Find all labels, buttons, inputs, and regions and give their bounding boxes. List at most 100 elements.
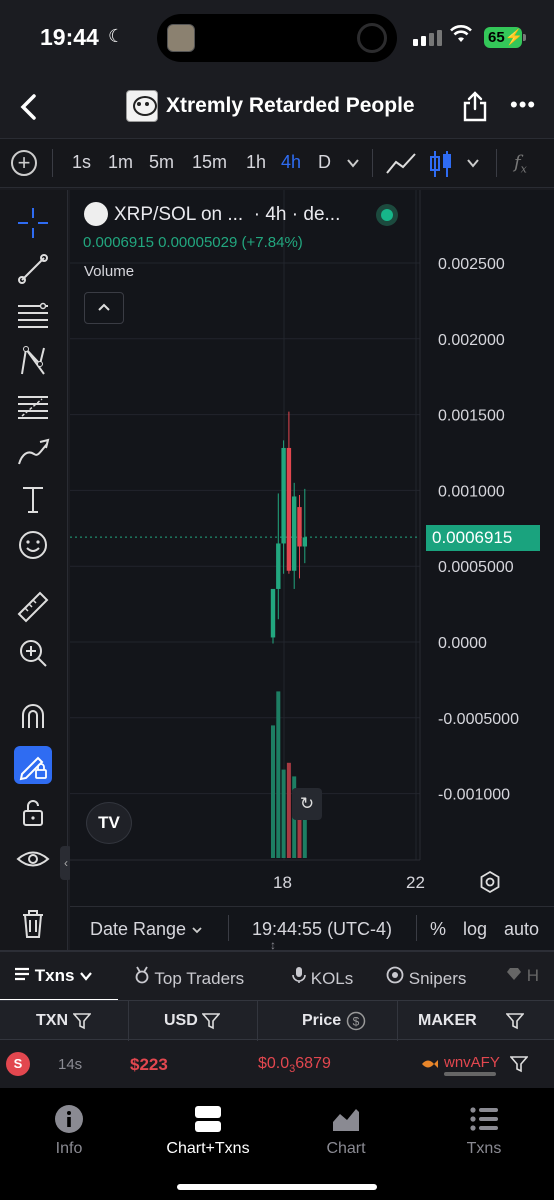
- chevron-down-icon[interactable]: [346, 156, 360, 170]
- chart-area[interactable]: 0.002500 0.002000 0.001500 0.001000 0.000500…: [70, 190, 554, 950]
- add-indicator-icon[interactable]: +: [11, 150, 37, 176]
- tab-snipers[interactable]: Snipers: [386, 966, 466, 989]
- status-time: 19:44: [40, 24, 99, 50]
- microphone-icon: [292, 967, 306, 983]
- date-range-dropdown[interactable]: Date Range: [90, 919, 203, 940]
- chart-settings-icon[interactable]: [478, 870, 502, 894]
- table-row[interactable]: S 14s $223 $0.036879 wnvAFY: [0, 1042, 554, 1086]
- filter-icon[interactable]: [202, 1012, 220, 1030]
- interval-1h[interactable]: 1h: [246, 152, 266, 173]
- chevron-down-icon[interactable]: [466, 156, 480, 170]
- interval-1m[interactable]: 1m: [108, 152, 133, 173]
- text-tool-icon[interactable]: [14, 480, 52, 518]
- crosshair-icon[interactable]: [14, 204, 52, 242]
- unlock-icon[interactable]: [14, 794, 52, 832]
- interval-4h[interactable]: 4h: [281, 152, 301, 173]
- tradingview-logo-icon[interactable]: TV: [86, 802, 132, 844]
- app-header: Xtremly Retarded People •••: [0, 76, 554, 138]
- fish-icon: [422, 1060, 438, 1068]
- share-icon[interactable]: [462, 90, 488, 122]
- y-tick-label: 0.001000: [438, 483, 505, 500]
- magnet-icon[interactable]: [14, 698, 52, 736]
- col-price: Price: [302, 1012, 342, 1029]
- toolbar-divider: [52, 149, 53, 177]
- battery-level: 65: [488, 29, 505, 46]
- filter-icon[interactable]: [506, 1012, 524, 1030]
- tab-snipers-label: Snipers: [408, 969, 467, 988]
- interval-1d[interactable]: D: [318, 152, 331, 173]
- divider: [257, 1001, 258, 1041]
- lock-drawings-icon[interactable]: [14, 746, 52, 784]
- chart-txns-icon: [195, 1106, 221, 1132]
- legend-symbol: XRP/SOL on ... · 4h · de...: [114, 204, 340, 226]
- interval-15m[interactable]: 15m: [192, 152, 227, 173]
- col-txn: TXN: [36, 1012, 68, 1029]
- fib-retracement-icon[interactable]: [14, 388, 52, 426]
- nav-info[interactable]: Info: [9, 1104, 129, 1158]
- trash-icon[interactable]: [14, 904, 52, 942]
- back-chevron-icon[interactable]: [14, 90, 44, 124]
- log-scale-toggle[interactable]: log: [463, 919, 487, 940]
- nav-chart-txns-label: Chart+Txns: [166, 1140, 250, 1157]
- tab-txns[interactable]: Txns: [14, 966, 93, 986]
- line-chart-type-icon[interactable]: [385, 151, 417, 177]
- horizontal-lines-icon[interactable]: [14, 296, 52, 334]
- interval-1s[interactable]: 1s: [72, 152, 91, 173]
- nav-txns[interactable]: Txns: [424, 1104, 544, 1158]
- moon-icon: ☾: [108, 26, 125, 46]
- x-tick-label: 18: [273, 873, 292, 892]
- collapse-legend-button[interactable]: [84, 292, 124, 324]
- trend-line-icon[interactable]: [14, 250, 52, 288]
- auto-scale-toggle[interactable]: auto: [504, 919, 539, 940]
- filter-icon[interactable]: [510, 1055, 528, 1073]
- diamond-icon: [507, 968, 521, 980]
- volume-bar: [276, 691, 281, 858]
- brush-icon[interactable]: [14, 434, 52, 472]
- percent-scale-toggle[interactable]: %: [430, 919, 446, 940]
- interval-5m[interactable]: 5m: [149, 152, 174, 173]
- x-tick-label: 22: [406, 873, 425, 892]
- maker-address[interactable]: wnvAFY: [444, 1054, 500, 1071]
- candle-body: [270, 588, 276, 638]
- price-prefix: $0.0: [258, 1055, 290, 1072]
- tab-kols-label: KOLs: [310, 969, 354, 988]
- reset-chart-icon[interactable]: ↻: [292, 788, 322, 820]
- zoom-in-icon[interactable]: [14, 634, 52, 672]
- candles-chart-type-icon[interactable]: [428, 149, 454, 179]
- nav-chart-txns[interactable]: Chart+Txns: [148, 1104, 268, 1158]
- battery-icon: 65⚡: [484, 27, 526, 48]
- maker-holdings-bar: [444, 1072, 496, 1076]
- ruler-icon[interactable]: [14, 588, 52, 626]
- tab-top-traders[interactable]: Top Traders: [134, 966, 244, 989]
- volume-bar: [286, 762, 291, 858]
- volume-bar: [271, 725, 275, 858]
- legend-values: 0.0006915 0.00005029 (+7.84%): [83, 234, 303, 251]
- divider: [228, 915, 229, 941]
- divider: [128, 1001, 129, 1041]
- indicators-fx-icon[interactable]: fx: [514, 152, 527, 176]
- token-avatar: [126, 90, 158, 122]
- fx-label: f: [514, 152, 521, 173]
- tab-kols[interactable]: KOLs: [292, 966, 353, 989]
- list-icon: [470, 1107, 498, 1131]
- chart-toolbar: + 1s 1m 5m 15m 1h 4h D fx: [0, 138, 554, 188]
- dollar-circle-icon[interactable]: $: [346, 1011, 366, 1031]
- eye-visibility-icon[interactable]: [14, 840, 52, 878]
- date-range-label: Date Range: [90, 919, 187, 939]
- y-tick-label: 0.001500: [438, 408, 505, 425]
- txn-usd: $223: [130, 1055, 168, 1074]
- volume-bar: [281, 769, 286, 858]
- sell-badge: S: [6, 1052, 30, 1076]
- more-options-icon[interactable]: •••: [510, 92, 536, 118]
- pattern-tool-icon[interactable]: [14, 342, 52, 380]
- divider: [416, 915, 417, 941]
- nav-info-label: Info: [55, 1140, 83, 1157]
- tab-holders[interactable]: H: [506, 966, 539, 986]
- nav-chart[interactable]: Chart: [286, 1104, 406, 1158]
- volume-label: Volume: [84, 263, 135, 280]
- emoji-icon[interactable]: [14, 526, 52, 564]
- txns-tab-bar: Txns Top Traders KOLs Snipers H: [0, 950, 554, 1002]
- y-tick-label: 0.002000: [438, 332, 505, 349]
- legend-pair: XRP/SOL on ...: [114, 204, 244, 225]
- filter-icon[interactable]: [73, 1012, 91, 1030]
